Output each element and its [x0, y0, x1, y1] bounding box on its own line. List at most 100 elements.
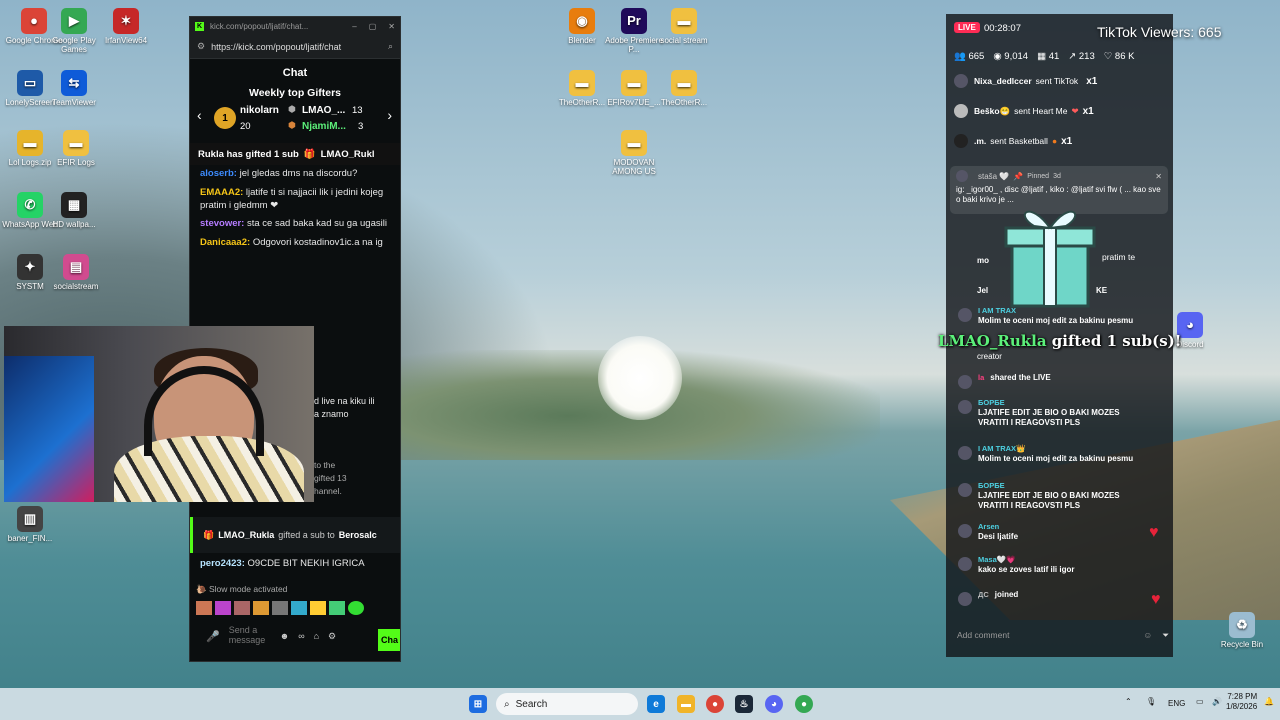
taskbar-clock[interactable]: 7:28 PM 1/8/2026: [1226, 692, 1257, 713]
chrome-icon[interactable]: ●: [706, 695, 724, 713]
chat-username[interactable]: stevower:: [200, 218, 247, 229]
desktop-icon[interactable]: ▤ socialstream: [46, 254, 106, 292]
emote-bar[interactable]: [196, 601, 364, 615]
steam-icon[interactable]: ♨: [735, 695, 753, 713]
add-comment-placeholder: Add comment: [957, 630, 1010, 640]
gifters-next-icon[interactable]: ›: [387, 107, 392, 123]
avatar: [958, 592, 972, 606]
tiktok-comment-text: Molim te oceni moj edit za bakinu pesmu: [978, 315, 1134, 325]
send-chat-button[interactable]: Cha: [378, 629, 400, 651]
gift-text-3: sent Basketball: [990, 136, 1048, 146]
partial-line-1: d live na kiku ili: [314, 396, 375, 406]
chat-username[interactable]: aloserb:: [200, 168, 240, 179]
close-pinned-icon[interactable]: ✕: [1155, 172, 1162, 181]
mic-tray-icon[interactable]: 🎙: [1146, 697, 1156, 706]
gift-sub-mid: gifted a sub to: [278, 530, 335, 540]
kick-chat-input-row[interactable]: 🎤 Send a message ☻ ∞ ⌂ ⚙: [196, 621, 394, 651]
zoom-search-icon[interactable]: ⌕: [388, 41, 393, 52]
emote-1-icon[interactable]: [196, 601, 212, 615]
taskbar-search[interactable]: ⌕ Search: [496, 693, 638, 715]
chat-text: jel gledas dms na discordu?: [239, 168, 358, 179]
emote-5-icon[interactable]: [272, 601, 288, 615]
desktop-icon[interactable]: ▦ HD wallpa...: [44, 192, 104, 230]
kick-url-bar[interactable]: ⚙ https://kick.com/popout/ljatif/chat ⌕: [190, 35, 400, 59]
emote-7-icon[interactable]: [310, 601, 326, 615]
desktop-icon[interactable]: ♻ Recycle Bin: [1212, 612, 1272, 650]
desktop-icon[interactable]: ▬ TheOtherR...: [654, 70, 714, 108]
edge-icon[interactable]: e: [647, 695, 665, 713]
desktop-icon[interactable]: ⇆ TeamViewer: [44, 70, 104, 108]
site-settings-icon[interactable]: ⚙: [197, 41, 205, 52]
chat-username[interactable]: Danicaaa2:: [200, 237, 253, 248]
desktop-icon[interactable]: ✶ IrfanView64: [96, 8, 156, 46]
close-icon[interactable]: ✕: [388, 22, 395, 31]
likes-stat: ♡ 86 K: [1104, 51, 1135, 62]
maximize-icon[interactable]: ▢: [369, 22, 377, 31]
desktop-icon[interactable]: ▬ MODOVAN AMONG US: [604, 130, 664, 177]
network-icon[interactable]: ▭: [1196, 697, 1204, 706]
emote-8-icon[interactable]: [329, 601, 345, 615]
kick-titlebar[interactable]: K kick.com/popout/ljatif/chat... – ▢ ✕: [190, 17, 400, 35]
avatar: [954, 74, 968, 88]
eye-icon: ◉: [993, 51, 1002, 62]
avatar: [954, 104, 968, 118]
store-icon[interactable]: ⌂: [314, 631, 319, 641]
tray-chevron-icon[interactable]: ⌃: [1125, 697, 1132, 706]
gift-sub-target[interactable]: Berosalc: [339, 530, 377, 540]
volume-icon[interactable]: 🔊: [1212, 697, 1222, 706]
gift-sub-line: 🎁 LMAO_Rukla gifted a sub to Berosalc: [190, 517, 400, 553]
pinned-gift-text: Rukla has gifted 1 sub: [198, 148, 299, 160]
emote-9-icon[interactable]: [348, 601, 364, 615]
pin-icon: 📌: [1013, 171, 1024, 181]
minimize-icon[interactable]: –: [352, 22, 356, 31]
desktop-icon[interactable]: ▬ social stream: [654, 8, 714, 46]
desktop-app-icon: ▶: [61, 8, 87, 34]
infinity-icon[interactable]: ∞: [298, 631, 304, 641]
tiktok-comment-user[interactable]: Arsen: [978, 522, 1018, 532]
desktop-icon[interactable]: ▬ EFIR Logs: [46, 130, 106, 168]
desktop-icon[interactable]: ▶ Google Play Games: [44, 8, 104, 55]
gift-mult-3: x1: [1061, 135, 1073, 147]
emote-2-icon[interactable]: [215, 601, 231, 615]
chat-username[interactable]: EMAAA2:: [200, 187, 246, 198]
tiktok-comment-user[interactable]: ДС: [978, 590, 989, 606]
tiktok-comment-user[interactable]: I AM TRAX👑: [978, 444, 1133, 454]
add-comment-input[interactable]: Add comment ☺ ⏷: [950, 624, 1169, 646]
tiktok-comment-user[interactable]: БОРБЕ: [978, 398, 1138, 408]
tiktok-comment: БОРБЕ LJATIFE EDIT JE BIO O BAKI MOZES VR…: [958, 398, 1158, 429]
start-icon[interactable]: ⊞: [469, 695, 487, 713]
emoji-icon[interactable]: ☺: [1144, 630, 1153, 640]
desktop-app-icon: Pr: [621, 8, 647, 34]
emote-picker-icon[interactable]: ☻: [280, 631, 289, 641]
likes-count: 86 K: [1114, 51, 1135, 62]
desktop-icon[interactable]: ▬ TheOtherR...: [552, 70, 612, 108]
desktop-app-icon: ▦: [61, 192, 87, 218]
gift-sub-user[interactable]: LMAO_Rukla: [218, 530, 274, 540]
filter-icon[interactable]: ⏷: [1162, 630, 1169, 641]
clock-date: 1/8/2026: [1226, 702, 1258, 712]
tiktok-comment-user[interactable]: la: [978, 373, 984, 389]
mic-icon[interactable]: 🎤: [206, 630, 220, 643]
desktop-icon[interactable]: ▥ baner_FIN...: [0, 506, 60, 544]
emote-4-icon[interactable]: [253, 601, 269, 615]
gifter-1-count: 20: [240, 121, 251, 132]
chrome-alt-icon[interactable]: ●: [795, 695, 813, 713]
language-indicator[interactable]: ENG: [1168, 699, 1185, 708]
emote-6-icon[interactable]: [291, 601, 307, 615]
emote-3-icon[interactable]: [234, 601, 250, 615]
tiktok-comment-user[interactable]: БОРБЕ: [978, 481, 1138, 491]
tiktok-comment-text: LJATIFE EDIT JE BIO O BAKI MOZES VRATITI…: [978, 490, 1120, 511]
desktop-icon[interactable]: ◉ Blender: [552, 8, 612, 46]
tiktok-comment-body: БОРБЕ LJATIFE EDIT JE BIO O BAKI MOZES VR…: [978, 481, 1138, 512]
kick-logo-icon: K: [195, 21, 204, 31]
gift-mult-1: x1: [1086, 75, 1098, 87]
chat-input[interactable]: Send a message: [229, 625, 271, 646]
notification-bell-icon[interactable]: 🔔: [1264, 697, 1274, 706]
settings-icon[interactable]: ⚙: [328, 631, 336, 642]
last-user[interactable]: pero2423:: [200, 558, 245, 569]
partial-line-5: hannel.: [314, 485, 342, 496]
discord-icon[interactable]: ◕: [765, 695, 783, 713]
file-explorer-icon[interactable]: ▬: [677, 695, 695, 713]
tiktok-comment-user[interactable]: Masa🤍💗: [978, 555, 1074, 565]
gifters-prev-icon[interactable]: ‹: [197, 107, 202, 123]
